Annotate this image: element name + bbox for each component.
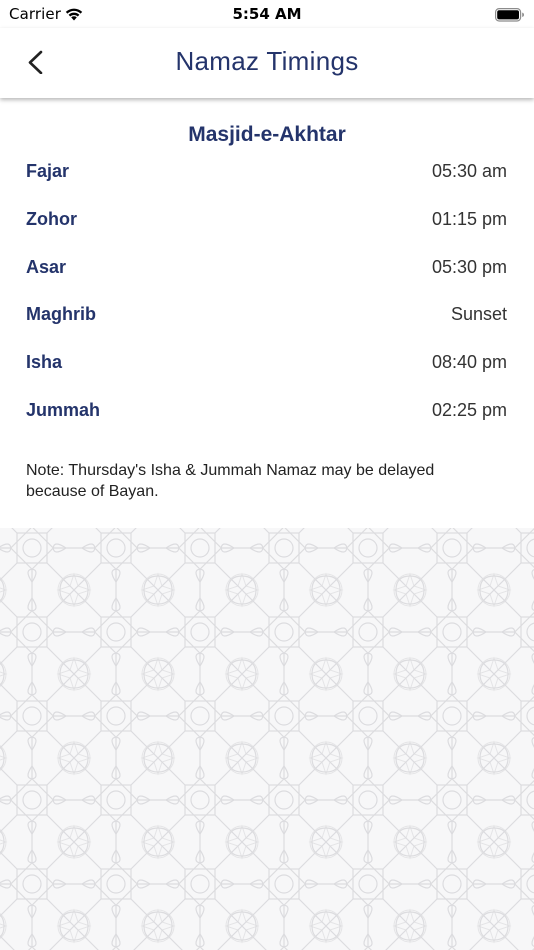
decorative-pattern-background bbox=[0, 528, 534, 950]
prayer-row-zohor: Zohor 01:15 pm bbox=[26, 208, 507, 256]
prayer-row-fajar: Fajar 05:30 am bbox=[26, 160, 507, 208]
islamic-pattern-icon bbox=[0, 528, 534, 950]
note-text: Note: Thursday's Isha & Jummah Namaz may… bbox=[26, 462, 435, 500]
prayer-name: Fajar bbox=[26, 161, 70, 181]
prayer-time: 01:15 pm bbox=[431, 208, 507, 229]
prayer-time: 08:40 pm bbox=[431, 352, 507, 373]
prayer-row-isha: Isha 08:40 pm bbox=[26, 351, 507, 399]
masjid-name: Masjid-e-Akhtar bbox=[188, 123, 346, 146]
prayer-name: Zohor bbox=[26, 208, 77, 229]
timings-card: Masjid-e-Akhtar Fajar 05:30 am Zohor 01:… bbox=[0, 98, 534, 528]
prayer-time: 05:30 pm bbox=[431, 256, 507, 277]
prayer-time: Sunset bbox=[450, 304, 507, 325]
page-title: Namaz Timings bbox=[175, 46, 359, 76]
prayer-name: Asar bbox=[26, 256, 67, 277]
navigation-bar: Namaz Timings bbox=[0, 28, 534, 98]
prayer-name: Maghrib bbox=[26, 304, 96, 325]
status-time: 5:54 AM bbox=[232, 5, 302, 23]
prayer-name: Jummah bbox=[26, 399, 101, 420]
prayer-name: Isha bbox=[26, 352, 63, 373]
prayer-row-maghrib: Maghrib Sunset bbox=[26, 303, 507, 351]
prayer-row-asar: Asar 05:30 pm bbox=[26, 256, 507, 304]
prayer-list: Fajar 05:30 am Zohor 01:15 pm Asar 05:30… bbox=[26, 160, 507, 447]
prayer-time: 02:25 pm bbox=[431, 399, 507, 420]
battery-icon bbox=[495, 7, 525, 26]
status-bar: Carrier 5:54 AM bbox=[0, 0, 534, 28]
prayer-time: 05:30 am bbox=[431, 161, 507, 181]
prayer-row-jummah: Jummah 02:25 pm bbox=[26, 399, 507, 447]
